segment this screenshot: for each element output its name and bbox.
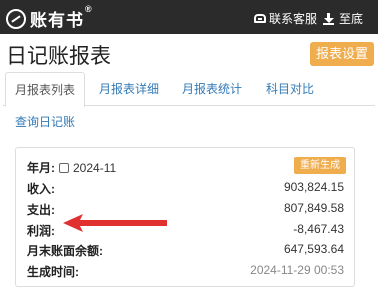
arrow-icon	[63, 214, 167, 232]
scroll-to-bottom-label: 至底	[339, 12, 364, 26]
registered-mark: ®	[85, 4, 93, 14]
tab-monthly-report-list[interactable]: 月报表列表	[5, 72, 85, 107]
logo[interactable]: 账有书®	[6, 4, 93, 31]
income-value: 903,824.15	[283, 180, 344, 194]
tab-bar: 月报表列表 月报表详细 月报表统计 科目对比	[3, 72, 375, 107]
profit-label: 利润:	[27, 224, 55, 238]
top-bar: 账有书® 联系客服 至底	[0, 0, 378, 34]
scroll-to-bottom-link[interactable]: 至底	[323, 10, 363, 27]
expense-value: 807,849.58	[283, 201, 344, 215]
expense-label: 支出:	[27, 203, 55, 217]
logo-text: 账有书	[30, 11, 84, 30]
generated-time-value: 2024-11-29 00:53	[250, 263, 344, 277]
contact-support-label: 联系客服	[269, 12, 318, 26]
income-label: 收入:	[27, 182, 55, 196]
phone-icon	[254, 14, 266, 23]
year-month-row: 年月: 2024-11	[27, 159, 116, 176]
profit-value: -8,467.43	[293, 222, 344, 236]
month-end-balance-label: 月末账面余额:	[27, 244, 103, 258]
tab-account-comparison[interactable]: 科目对比	[265, 72, 315, 106]
regenerate-button[interactable]: 重新生成	[294, 157, 346, 174]
download-arrow-icon	[323, 12, 335, 25]
contact-support-link[interactable]: 联系客服	[254, 10, 317, 27]
tab-monthly-report-stats[interactable]: 月报表统计	[179, 72, 245, 106]
query-journal-link[interactable]: 查询日记账	[15, 113, 75, 130]
select-checkbox[interactable]	[59, 163, 69, 173]
logo-icon	[6, 8, 26, 29]
year-month-value: 2024-11	[73, 161, 117, 175]
page-title: 日记账报表	[6, 45, 111, 68]
red-arrow-annotation	[63, 214, 167, 232]
report-settings-button[interactable]: 报表设置	[310, 42, 374, 66]
month-end-balance-value: 647,593.64	[283, 242, 344, 256]
tab-monthly-report-detail[interactable]: 月报表详细	[97, 72, 161, 106]
generated-time-label: 生成时间:	[27, 265, 79, 279]
year-month-label: 年月:	[27, 161, 55, 175]
